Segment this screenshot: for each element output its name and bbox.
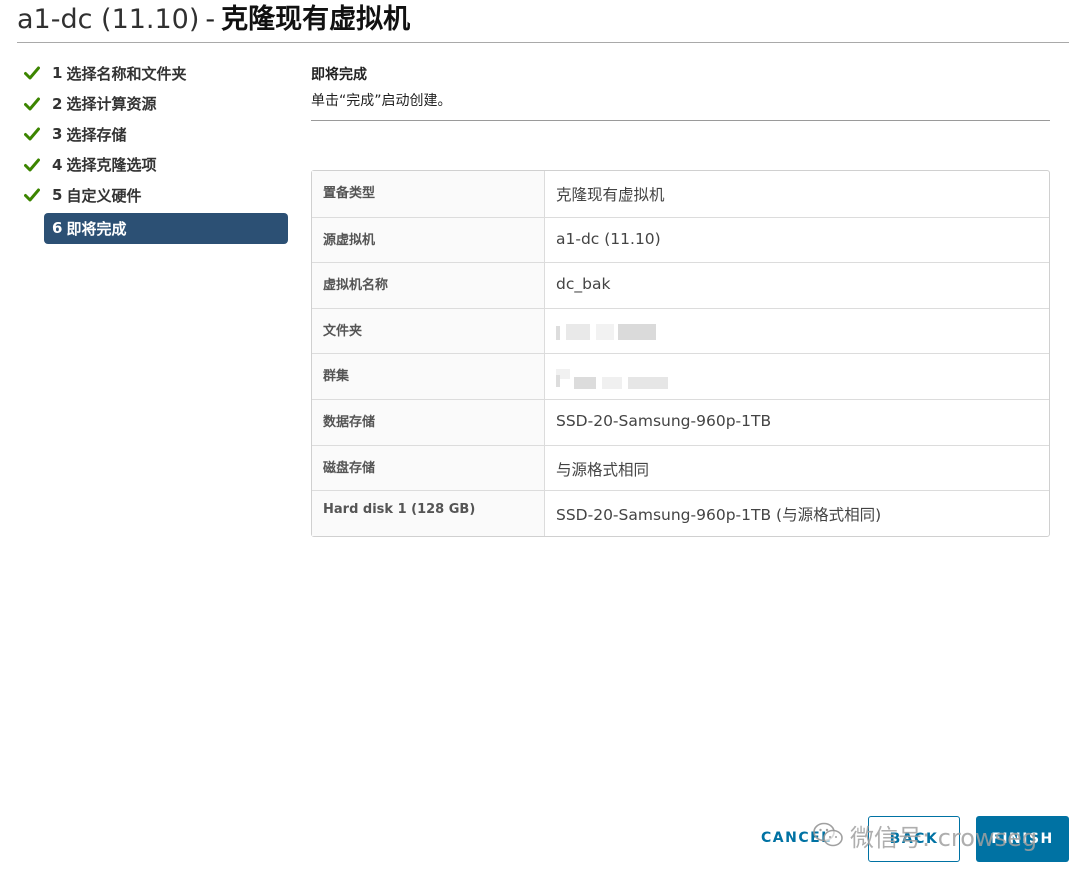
wizard-steps-nav: 1 选择名称和文件夹 2 选择计算资源 3 选择存储 4 选择克隆选项 5 自定… xyxy=(24,58,288,244)
wizard-title-action: 克隆现有虚拟机 xyxy=(221,4,411,35)
summary-label: 文件夹 xyxy=(312,308,545,354)
summary-value: a1-dc (11.10) xyxy=(556,229,661,248)
checkmark-icon xyxy=(24,127,46,141)
summary-value: dc_bak xyxy=(556,275,611,294)
cancel-button[interactable]: CANCEL xyxy=(761,830,832,846)
wizard-step-number: 1 xyxy=(52,64,63,83)
wizard-title-separator: - xyxy=(205,4,216,35)
summary-label: 数据存储 xyxy=(312,399,545,445)
wizard-step-label: 选择克隆选项 xyxy=(66,156,157,175)
summary-label: 源虚拟机 xyxy=(312,217,545,263)
summary-row-folder: 文件夹 xyxy=(312,307,1049,354)
wizard-title: a1-dc (11.10) - 克隆现有虚拟机 xyxy=(17,2,410,38)
wizard-title-vm-name: a1-dc (11.10) xyxy=(17,4,200,35)
summary-row-datastore: 数据存储 SSD-20-Samsung-960p-1TB xyxy=(312,398,1049,445)
summary-value: 克隆现有虚拟机 xyxy=(556,186,665,204)
wizard-step-label: 自定义硬件 xyxy=(66,186,142,205)
wizard-step-number: 4 xyxy=(52,155,63,174)
summary-value xyxy=(545,309,1049,354)
summary-table: 置备类型 克隆现有虚拟机 源虚拟机 a1-dc (11.10) 虚拟机名称 dc… xyxy=(311,170,1050,537)
wizard-step-number: 5 xyxy=(52,186,63,205)
finish-button[interactable]: FINISH xyxy=(976,816,1069,862)
wizard-step-label: 选择计算资源 xyxy=(66,95,157,114)
summary-row-source-vm: 源虚拟机 a1-dc (11.10) xyxy=(312,216,1049,263)
summary-label: 虚拟机名称 xyxy=(312,263,545,308)
summary-value: 与源格式相同 xyxy=(556,460,650,479)
step-heading: 即将完成 xyxy=(311,67,367,83)
wizard-step-3[interactable]: 3 选择存储 xyxy=(24,119,288,150)
title-divider xyxy=(17,42,1069,43)
step-instruction: 单击“完成”启动创建。 xyxy=(311,93,452,109)
wizard-step-label: 选择名称和文件夹 xyxy=(66,64,187,83)
back-button[interactable]: BACK xyxy=(868,816,960,862)
wizard-step-number: 2 xyxy=(52,94,63,113)
summary-label: 置备类型 xyxy=(312,171,545,217)
summary-row-provision-type: 置备类型 克隆现有虚拟机 xyxy=(312,171,1049,217)
summary-label: 磁盘存储 xyxy=(312,445,545,491)
checkmark-icon xyxy=(24,66,46,80)
redacted-value xyxy=(556,369,670,390)
content-divider xyxy=(311,120,1050,121)
redacted-value xyxy=(556,323,670,342)
wizard-step-label: 即将完成 xyxy=(66,219,127,238)
step-content-header: 即将完成 单击“完成”启动创建。 xyxy=(311,66,1050,121)
wizard-step-4[interactable]: 4 选择克隆选项 xyxy=(24,150,288,181)
wizard-step-label: 选择存储 xyxy=(66,125,127,144)
summary-value: SSD-20-Samsung-960p-1TB (与源格式相同) xyxy=(556,506,882,525)
wizard-step-5[interactable]: 5 自定义硬件 xyxy=(24,180,288,211)
wizard-step-number: 3 xyxy=(52,125,63,144)
summary-row-disk-storage: 磁盘存储 与源格式相同 xyxy=(312,444,1049,491)
summary-row-vm-name: 虚拟机名称 dc_bak xyxy=(312,262,1049,308)
checkmark-icon xyxy=(24,188,46,202)
wizard-footer: CANCEL BACK FINISH xyxy=(0,812,1080,872)
summary-value xyxy=(545,354,1049,399)
wizard-step-number: 6 xyxy=(52,219,63,237)
wizard-step-2[interactable]: 2 选择计算资源 xyxy=(24,89,288,120)
summary-label: 群集 xyxy=(312,354,545,399)
checkmark-icon xyxy=(24,158,46,172)
wizard-step-6[interactable]: 6 即将完成 xyxy=(44,212,288,244)
summary-label: Hard disk 1 (128 GB) xyxy=(312,491,545,536)
checkmark-icon xyxy=(24,97,46,111)
summary-row-cluster: 群集 xyxy=(312,353,1049,399)
wizard-step-1[interactable]: 1 选择名称和文件夹 xyxy=(24,58,288,89)
summary-row-hard-disk-1: Hard disk 1 (128 GB) SSD-20-Samsung-960p… xyxy=(312,490,1049,536)
summary-value: SSD-20-Samsung-960p-1TB xyxy=(556,411,772,430)
